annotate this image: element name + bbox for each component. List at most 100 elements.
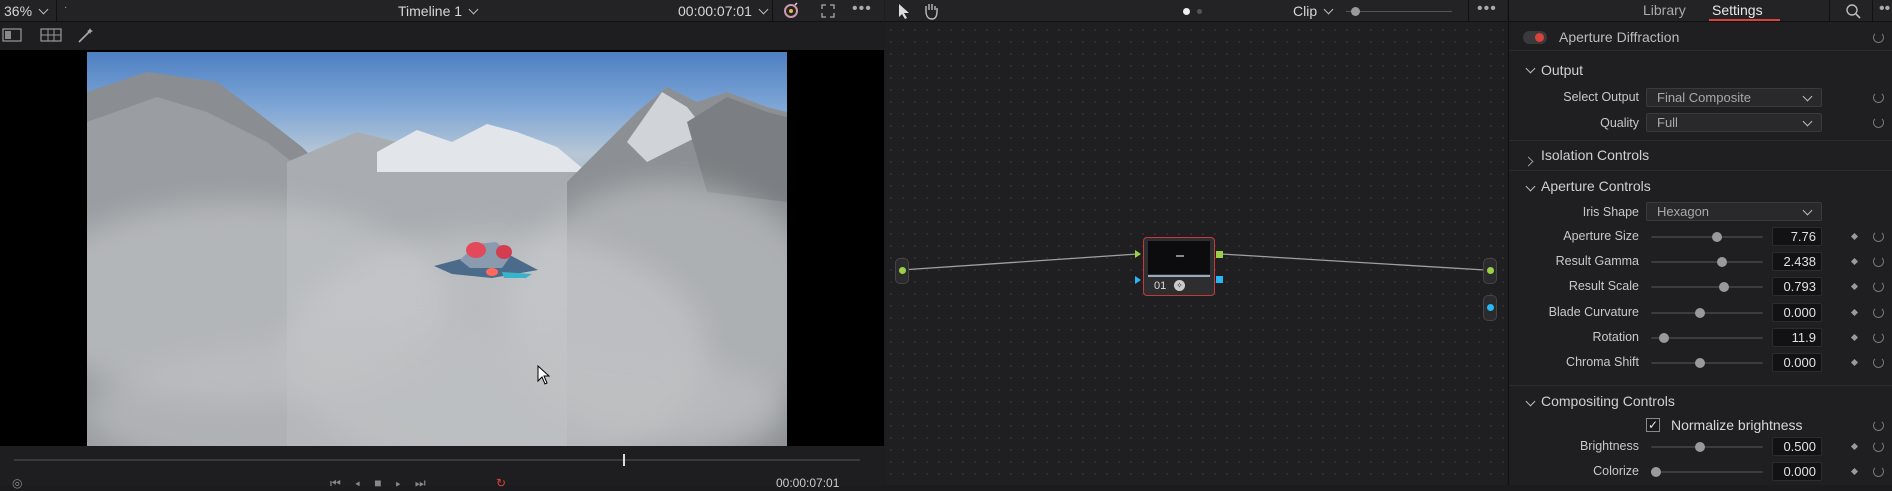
slider-knob[interactable] — [1695, 442, 1705, 452]
param-slider[interactable] — [1651, 257, 1763, 268]
slider-knob[interactable] — [1651, 467, 1661, 478]
param-value-field[interactable]: 0.500 — [1772, 437, 1822, 456]
reset-icon[interactable] — [1873, 92, 1884, 103]
chevron-down-icon — [38, 4, 49, 15]
keyframe-icon[interactable] — [1850, 258, 1859, 266]
reset-icon[interactable] — [1873, 281, 1884, 293]
param-value-field[interactable]: 0.000 — [1772, 462, 1822, 482]
scrubber-track[interactable] — [14, 459, 860, 461]
loop-playback-icon[interactable]: ↻ — [496, 476, 506, 490]
output-port[interactable] — [1483, 258, 1497, 284]
param-slider[interactable] — [1651, 358, 1763, 368]
select-output-dropdown[interactable]: Final Composite — [1646, 88, 1822, 107]
reset-icon[interactable] — [1873, 117, 1884, 128]
divider — [56, 0, 57, 22]
slider-knob[interactable] — [1719, 282, 1729, 293]
tab-library[interactable]: Library — [1643, 2, 1686, 18]
slider-knob[interactable] — [1712, 232, 1722, 242]
reset-icon[interactable] — [1873, 420, 1884, 431]
section-compositing[interactable]: Compositing Controls — [1541, 393, 1675, 409]
timecode-dropdown[interactable]: 00:00:07:01 — [678, 3, 769, 19]
tab-settings[interactable]: Settings — [1712, 2, 1763, 18]
single-view-icon[interactable] — [2, 28, 22, 42]
select-output-label: Select Output — [1563, 90, 1639, 104]
keyframe-icon[interactable] — [1850, 333, 1859, 341]
chevron-down-icon[interactable] — [1525, 396, 1536, 412]
node-bar — [1148, 275, 1210, 277]
keyframe-icon[interactable] — [1850, 468, 1859, 476]
timecode-value: 00:00:07:01 — [678, 3, 752, 19]
section-output[interactable]: Output — [1541, 62, 1583, 78]
param-slider[interactable] — [1651, 442, 1763, 452]
section-isolation[interactable]: Isolation Controls — [1541, 147, 1649, 163]
zoom-dropdown[interactable]: 36% — [4, 3, 49, 19]
node-thumbnail — [1148, 241, 1210, 274]
param-slider[interactable] — [1651, 307, 1763, 318]
reset-icon[interactable] — [1873, 331, 1884, 343]
effect-toggle[interactable] — [1523, 31, 1547, 44]
normalize-checkbox[interactable]: ✓ — [1646, 418, 1660, 432]
slider-knob[interactable] — [1695, 307, 1705, 318]
slider-knob[interactable] — [1659, 332, 1669, 343]
divider — [1829, 0, 1830, 22]
keyframe-icon[interactable] — [1850, 283, 1859, 291]
param-label: Result Scale — [1568, 279, 1639, 294]
param-value-field[interactable]: 0.000 — [1772, 353, 1822, 372]
viewer-canvas[interactable] — [0, 50, 884, 446]
slider-knob[interactable] — [1717, 257, 1727, 268]
color-wheel-icon[interactable] — [782, 2, 800, 20]
source-input-port[interactable] — [895, 258, 909, 284]
thumbnail-detail — [1176, 255, 1184, 257]
playhead[interactable] — [623, 454, 625, 466]
quality-dropdown[interactable]: Full — [1646, 113, 1822, 132]
param-slider[interactable] — [1651, 332, 1763, 343]
reset-icon[interactable] — [1873, 441, 1884, 452]
loop-icon[interactable]: ◎ — [12, 476, 22, 490]
slider-knob[interactable] — [1695, 358, 1705, 368]
dot-icon: · — [64, 2, 68, 13]
keyframe-icon[interactable] — [1850, 358, 1859, 367]
reset-icon[interactable] — [1873, 357, 1884, 368]
chevron-down-icon — [1802, 116, 1813, 127]
keyframe-icon[interactable] — [1850, 232, 1859, 241]
chevron-right-icon[interactable] — [1523, 153, 1534, 168]
reset-icon[interactable] — [1873, 256, 1884, 268]
section-divider — [1509, 170, 1892, 171]
viewer-panel: 36% · Timeline 1 00:00:07:01 ••• ◎ ⏮◂■▸⏭… — [0, 0, 884, 490]
iris-shape-dropdown[interactable]: Hexagon — [1646, 202, 1822, 221]
param-slider[interactable] — [1651, 467, 1763, 478]
param-value-field[interactable]: 0.000 — [1772, 302, 1822, 322]
more-options-icon[interactable]: •• — [1879, 0, 1890, 18]
keyframe-icon[interactable] — [1850, 308, 1859, 316]
node-01[interactable]: 01 ✧ — [1143, 237, 1215, 296]
timeline-dropdown[interactable]: Timeline 1 — [398, 3, 479, 19]
grid-view-icon[interactable] — [40, 28, 62, 42]
alpha-output-port[interactable] — [1483, 295, 1497, 321]
search-icon[interactable] — [1845, 3, 1861, 19]
chevron-down-icon[interactable] — [1525, 63, 1536, 79]
param-value-field[interactable]: 11.9 — [1772, 327, 1822, 347]
keyframe-icon[interactable] — [1850, 442, 1859, 451]
section-aperture[interactable]: Aperture Controls — [1541, 178, 1651, 194]
transport-controls[interactable]: ⏮◂■▸⏭ — [330, 476, 440, 491]
param-slider[interactable] — [1651, 282, 1763, 293]
node-editor[interactable]: Clip ••• 01 ✧ — [885, 0, 1507, 485]
param-value-field[interactable]: 0.793 — [1772, 277, 1822, 297]
reset-icon[interactable] — [1873, 466, 1884, 478]
settings-tabs: Library Settings •• — [1509, 0, 1892, 22]
param-slider[interactable] — [1651, 232, 1763, 242]
effect-icon: ✧ — [1174, 280, 1185, 291]
param-label: Result Gamma — [1555, 254, 1639, 269]
reset-icon[interactable] — [1873, 32, 1884, 43]
fullscreen-icon[interactable] — [820, 3, 836, 19]
settings-panel: Library Settings •• Aperture Diffraction… — [1508, 0, 1892, 485]
chevron-down-icon[interactable] — [1525, 181, 1536, 197]
node-label: 01 — [1154, 280, 1167, 292]
reset-icon[interactable] — [1873, 231, 1884, 242]
param-value-field[interactable]: 7.76 — [1772, 227, 1822, 246]
reset-icon[interactable] — [1873, 306, 1884, 318]
section-divider — [1509, 385, 1892, 386]
param-value-field[interactable]: 2.438 — [1772, 252, 1822, 272]
magic-wand-icon[interactable] — [76, 26, 96, 44]
more-options-icon[interactable]: ••• — [852, 0, 872, 18]
